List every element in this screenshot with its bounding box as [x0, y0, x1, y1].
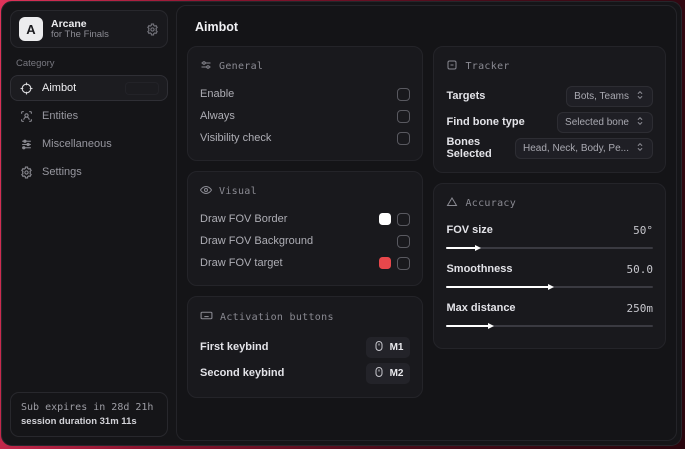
sidebar-nav: Aimbot Entities Miscellaneous Settings	[2, 75, 176, 185]
subscription-info-card: Sub expires in 28d 21h session duration …	[10, 391, 168, 437]
first-keybind-button[interactable]: M1	[365, 336, 411, 358]
card-title: Activation buttons	[220, 311, 334, 323]
slider-thumb[interactable]	[475, 245, 482, 251]
keybind-value: M1	[389, 341, 404, 353]
card-title: General	[219, 61, 264, 72]
always-checkbox[interactable]	[397, 109, 411, 123]
category-label: Category	[16, 58, 55, 69]
draw-fov-target-checkbox[interactable]	[397, 256, 411, 270]
gear-icon[interactable]	[146, 23, 159, 36]
option-label: Second keybind	[200, 367, 285, 379]
sidebar-item-miscellaneous[interactable]: Miscellaneous	[10, 131, 168, 157]
app-logo: A	[19, 17, 43, 41]
smoothness-value: 50.0	[626, 262, 654, 276]
chevrons-up-down-icon	[635, 90, 645, 103]
sidebar-item-label: Settings	[42, 166, 82, 178]
fov-size-slider[interactable]	[446, 245, 653, 251]
mouse-icon	[373, 340, 385, 355]
card-title: Visual	[219, 186, 257, 197]
main-panel: Aimbot General Enable Always Visibility …	[176, 5, 677, 441]
session-duration-text: session duration 31m 11s	[21, 415, 137, 427]
smoothness-slider[interactable]	[446, 284, 653, 290]
sidebar-item-label: Aimbot	[42, 82, 77, 94]
keybind-value: M2	[389, 367, 404, 379]
activation-buttons-card: Activation buttons First keybind M1 Seco…	[187, 296, 424, 398]
accuracy-card: Accuracy FOV size 50° Smoothness 50.0 Ma…	[433, 183, 666, 349]
slider-thumb[interactable]	[547, 284, 554, 290]
card-title: Tracker	[465, 61, 510, 72]
app-subtitle: for The Finals	[51, 28, 109, 40]
sub-expiry-text: Sub expires in 28d 21h	[21, 401, 154, 413]
sidebar-item-entities[interactable]: Entities	[10, 103, 168, 129]
option-label: Smoothness	[446, 263, 513, 275]
keybind-hint-chip	[125, 82, 159, 95]
fov-size-setting: FOV size 50°	[446, 220, 653, 251]
option-label: Enable	[200, 88, 235, 100]
card-title: Accuracy	[465, 198, 517, 209]
page-title: Aimbot	[195, 20, 239, 34]
option-label: Targets	[446, 90, 486, 102]
settings-sliders-icon	[200, 59, 212, 74]
max-distance-value: 250m	[626, 301, 654, 315]
fov-size-value: 50°	[633, 223, 653, 237]
option-label: FOV size	[446, 224, 493, 236]
option-label: Bones Selected	[446, 136, 492, 160]
select-value: Head, Neck, Body, Pe...	[523, 142, 629, 154]
gear-icon	[20, 166, 33, 179]
select-value: Selected bone	[565, 116, 629, 128]
option-label: Draw FOV target	[200, 257, 283, 269]
option-label: Max distance	[446, 302, 516, 314]
option-label: Draw FOV Background	[200, 235, 314, 247]
targets-select[interactable]: Bots, Teams	[566, 85, 653, 107]
keyboard-icon	[200, 309, 213, 325]
general-card: General Enable Always Visibility check	[187, 46, 424, 161]
tracker-card: Tracker Targets Bots, Teams Find bone ty…	[433, 46, 666, 173]
frame-minus-icon	[446, 59, 458, 74]
option-label: Find bone type	[446, 116, 525, 128]
sidebar-item-aimbot[interactable]: Aimbot	[10, 75, 168, 101]
slider-thumb[interactable]	[487, 323, 494, 329]
find-bone-type-select[interactable]: Selected bone	[557, 111, 653, 133]
mouse-icon	[373, 366, 385, 381]
sidebar-item-label: Entities	[42, 110, 79, 122]
eye-icon	[199, 184, 213, 199]
fov-border-color-swatch[interactable]	[379, 213, 392, 225]
fov-target-color-swatch[interactable]	[379, 257, 392, 269]
select-value: Bots, Teams	[574, 90, 629, 102]
chevrons-up-down-icon	[635, 116, 645, 129]
draw-fov-border-checkbox[interactable]	[397, 212, 411, 226]
person-scan-icon	[20, 110, 33, 123]
chevrons-up-down-icon	[635, 142, 645, 155]
max-distance-slider[interactable]	[446, 323, 653, 329]
crosshair-icon	[20, 82, 33, 95]
draw-fov-background-checkbox[interactable]	[397, 234, 411, 248]
smoothness-setting: Smoothness 50.0	[446, 259, 654, 290]
option-label: Draw FOV Border	[200, 213, 288, 225]
enable-checkbox[interactable]	[397, 87, 411, 101]
visibility-check-checkbox[interactable]	[397, 131, 411, 145]
triangle-icon	[446, 196, 458, 211]
bones-selected-select[interactable]: Head, Neck, Body, Pe...	[515, 137, 653, 159]
app-window: A Arcane for The Finals Category Aimbot …	[1, 1, 682, 446]
second-keybind-button[interactable]: M2	[365, 362, 411, 384]
app-title: Arcane	[51, 17, 87, 30]
sidebar-item-settings[interactable]: Settings	[10, 159, 168, 185]
max-distance-setting: Max distance 250m	[446, 298, 654, 329]
option-label: Always	[200, 110, 235, 122]
sliders-icon	[20, 138, 33, 151]
sidebar: A Arcane for The Finals Category Aimbot …	[2, 2, 176, 445]
option-label: Visibility check	[200, 132, 272, 144]
sidebar-item-label: Miscellaneous	[42, 138, 112, 150]
visual-card: Visual Draw FOV Border Draw FOV Backgrou…	[187, 171, 424, 286]
option-label: First keybind	[200, 341, 269, 353]
logo-card: A Arcane for The Finals	[10, 10, 168, 48]
